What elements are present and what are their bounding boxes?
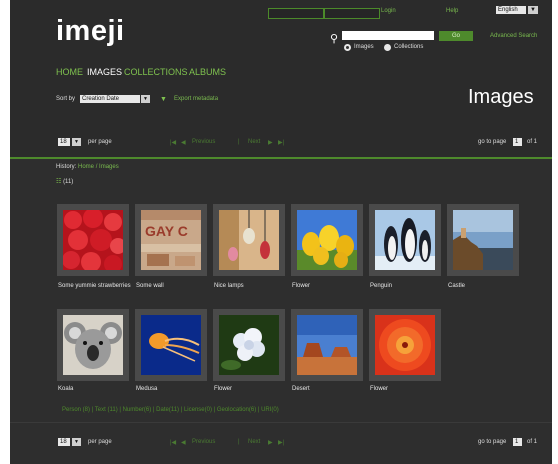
result-count: ☷ (11) bbox=[56, 178, 73, 185]
image-tile[interactable] bbox=[369, 204, 441, 276]
language-select[interactable]: English bbox=[496, 6, 526, 14]
sort-order-icon[interactable]: ▼ bbox=[160, 96, 167, 103]
help-link[interactable]: Help bbox=[446, 8, 458, 14]
image-tile[interactable] bbox=[57, 309, 129, 381]
search-go-button[interactable]: Go bbox=[439, 31, 473, 41]
username-field[interactable] bbox=[268, 8, 324, 19]
goto-page-input[interactable]: 1 bbox=[513, 138, 522, 146]
image-caption[interactable]: Some wall bbox=[136, 283, 210, 290]
image-caption[interactable]: Medusa bbox=[136, 386, 210, 393]
image-caption[interactable]: Flower bbox=[292, 283, 366, 290]
previous-link[interactable]: Previous bbox=[192, 439, 215, 445]
svg-text:GAY C: GAY C bbox=[145, 223, 188, 239]
image-tile[interactable] bbox=[213, 204, 285, 276]
tulips-thumbnail[interactable] bbox=[297, 210, 357, 270]
last-page-button[interactable]: ▶| bbox=[278, 439, 284, 446]
nav-home[interactable]: HOME bbox=[56, 67, 83, 77]
goto-page-label: go to page bbox=[478, 439, 507, 445]
app-frame: imeji Login Help English ▼ ⚲ Go Advanced… bbox=[10, 0, 552, 464]
next-link[interactable]: Next bbox=[248, 439, 260, 445]
search-icon: ⚲ bbox=[330, 33, 339, 45]
goto-page-input[interactable]: 1 bbox=[513, 438, 522, 446]
last-page-button[interactable]: ▶| bbox=[278, 139, 284, 146]
select-all-icon[interactable]: ☷ bbox=[56, 179, 61, 185]
search-input[interactable] bbox=[342, 31, 434, 40]
breadcrumb: History: Home / Images bbox=[56, 164, 119, 170]
total-pages: of 1 bbox=[527, 139, 538, 145]
image-tile[interactable]: GAY C bbox=[135, 204, 207, 276]
radio-images[interactable] bbox=[344, 44, 351, 51]
nav-collections[interactable]: COLLECTIONS bbox=[124, 67, 188, 77]
chevron-down-icon[interactable]: ▼ bbox=[141, 95, 150, 103]
image-caption[interactable]: Flower bbox=[370, 386, 444, 393]
image-caption[interactable]: Desert bbox=[292, 386, 366, 393]
image-caption[interactable]: Koala bbox=[58, 386, 132, 393]
breadcrumb-separator: / bbox=[95, 164, 98, 170]
radio-images-label: Images bbox=[354, 44, 374, 50]
previous-link[interactable]: Previous bbox=[192, 139, 215, 145]
image-tile[interactable] bbox=[135, 309, 207, 381]
breadcrumb-label: History: bbox=[56, 164, 77, 170]
jellyfish-thumbnail[interactable] bbox=[141, 315, 201, 375]
image-caption[interactable]: Nice lamps bbox=[214, 283, 288, 290]
page-separator: | bbox=[238, 439, 240, 445]
facet-filters[interactable]: Person (8) | Text (11) | Number(6) | Dat… bbox=[62, 407, 279, 413]
next-link[interactable]: Next bbox=[248, 139, 260, 145]
per-page-label: per page bbox=[88, 139, 112, 145]
image-tile[interactable] bbox=[213, 309, 285, 381]
wall-thumbnail[interactable]: GAY C bbox=[141, 210, 201, 270]
desert-thumbnail[interactable] bbox=[297, 315, 357, 375]
koala-thumbnail[interactable] bbox=[63, 315, 123, 375]
breadcrumb-home[interactable]: Home bbox=[78, 164, 94, 170]
strawberries-thumbnail[interactable] bbox=[63, 210, 123, 270]
image-caption[interactable]: Penguin bbox=[370, 283, 444, 290]
sort-select[interactable]: Creation Date bbox=[80, 95, 140, 103]
prev-arrow-icon[interactable]: ◀ bbox=[181, 439, 186, 446]
lamps-thumbnail[interactable] bbox=[219, 210, 279, 270]
login-link[interactable]: Login bbox=[381, 8, 396, 14]
nav-albums[interactable]: ALBUMS bbox=[189, 67, 226, 77]
nav-images[interactable]: IMAGES bbox=[87, 67, 122, 77]
radio-collections[interactable] bbox=[384, 44, 391, 51]
first-page-button[interactable]: |◀ bbox=[170, 439, 176, 446]
radio-collections-label: Collections bbox=[394, 44, 424, 50]
per-page-label: per page bbox=[88, 439, 112, 445]
sort-label: Sort by bbox=[56, 96, 76, 102]
image-tile[interactable] bbox=[447, 204, 519, 276]
first-page-button[interactable]: |◀ bbox=[170, 139, 176, 146]
next-arrow-icon[interactable]: ▶ bbox=[268, 439, 273, 446]
page-title: Images bbox=[468, 86, 534, 108]
per-page-select[interactable]: 18 bbox=[58, 138, 70, 146]
image-caption[interactable]: Castle bbox=[448, 283, 522, 290]
castle-thumbnail[interactable] bbox=[453, 210, 513, 270]
breadcrumb-images[interactable]: Images bbox=[99, 164, 119, 170]
hydrangea-thumbnail[interactable] bbox=[219, 315, 279, 375]
password-field[interactable] bbox=[324, 8, 380, 19]
chevron-down-icon[interactable]: ▼ bbox=[528, 6, 538, 14]
image-tile[interactable] bbox=[369, 309, 441, 381]
image-caption[interactable]: Some yummie strawberries bbox=[58, 283, 132, 290]
image-tile[interactable] bbox=[57, 204, 129, 276]
page-separator: | bbox=[238, 139, 240, 145]
chevron-down-icon[interactable]: ▼ bbox=[72, 438, 81, 446]
red-flower-thumbnail[interactable] bbox=[375, 315, 435, 375]
total-pages: of 1 bbox=[527, 439, 538, 445]
image-tile[interactable] bbox=[291, 204, 363, 276]
divider bbox=[10, 157, 552, 159]
export-metadata-link[interactable]: Export metadata bbox=[174, 96, 218, 102]
advanced-search-link[interactable]: Advanced Search bbox=[490, 33, 537, 39]
next-arrow-icon[interactable]: ▶ bbox=[268, 139, 273, 146]
goto-page-label: go to page bbox=[478, 139, 507, 145]
chevron-down-icon[interactable]: ▼ bbox=[72, 138, 81, 146]
prev-arrow-icon[interactable]: ◀ bbox=[181, 139, 186, 146]
header-area: imeji Login Help English ▼ ⚲ Go Advanced… bbox=[10, 0, 552, 158]
penguin-thumbnail[interactable] bbox=[375, 210, 435, 270]
image-tile[interactable] bbox=[291, 309, 363, 381]
imeji-logo[interactable]: imeji bbox=[56, 15, 125, 48]
result-count-value: (11) bbox=[63, 179, 74, 185]
per-page-select[interactable]: 18 bbox=[58, 438, 70, 446]
divider bbox=[10, 422, 552, 423]
image-caption[interactable]: Flower bbox=[214, 386, 288, 393]
